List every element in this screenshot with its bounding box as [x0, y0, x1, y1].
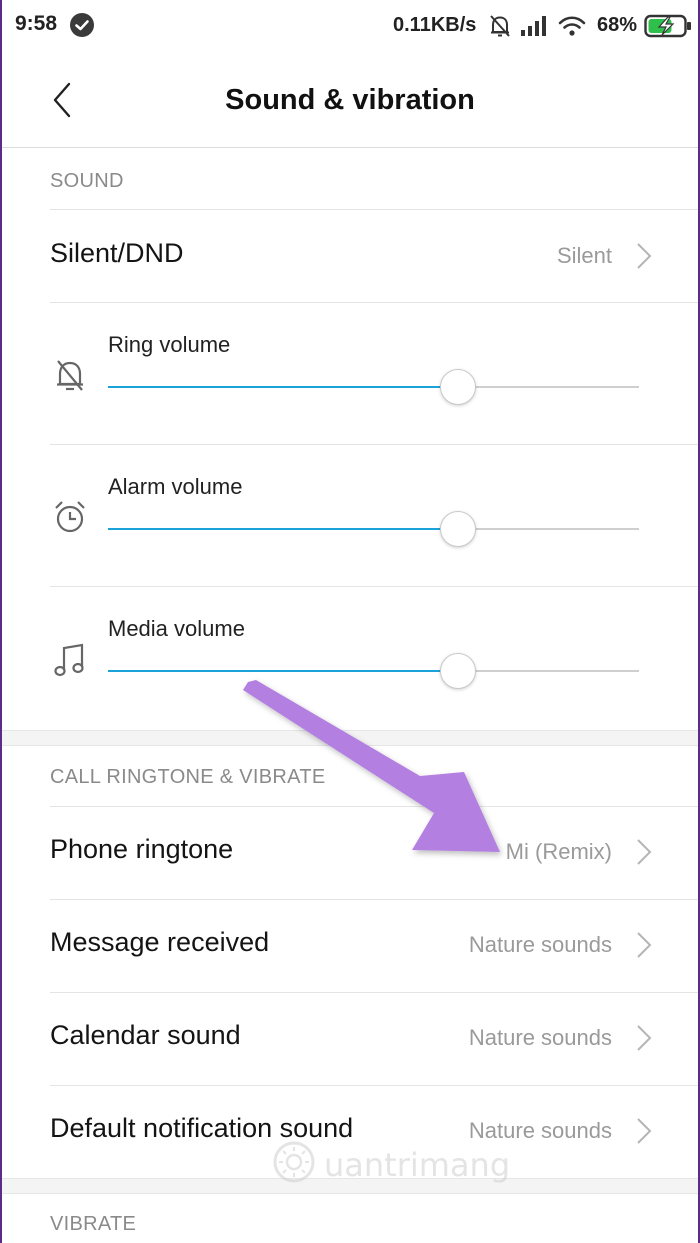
check-circle-icon [70, 13, 94, 37]
alarm-volume-label: Alarm volume [108, 474, 243, 499]
battery-percentage: 68% [597, 14, 638, 36]
app-header: Sound & vibration [2, 52, 698, 148]
message-received-label: Message received [50, 927, 270, 957]
status-time: 9:58 [15, 12, 58, 35]
watermark-text: uantrimang [324, 1146, 511, 1184]
watermark-icon [273, 1141, 315, 1183]
ring-volume-fill [108, 386, 459, 388]
chevron-right-icon [637, 932, 652, 958]
message-received-value: Nature sounds [468, 932, 612, 957]
chevron-right-icon [637, 243, 652, 269]
ring-volume-label: Ring volume [108, 332, 231, 357]
silent-dnd-row[interactable]: Silent/DND Silent [2, 210, 698, 302]
phone-ringtone-label: Phone ringtone [50, 834, 234, 864]
message-received-row[interactable]: Message received Nature sounds [2, 899, 698, 991]
ring-volume-row: Ring volume [2, 302, 698, 444]
phone-ringtone-value: Mi (Remix) [505, 839, 612, 864]
network-speed: 0.11KB/s [393, 14, 477, 36]
alarm-clock-icon [55, 501, 85, 533]
media-volume-thumb[interactable] [440, 653, 477, 689]
calendar-sound-value: Nature sounds [468, 1025, 612, 1050]
mute-bell-icon [490, 15, 510, 37]
bell-off-icon [57, 360, 83, 391]
wifi-icon [558, 16, 586, 36]
section-gap [2, 730, 698, 746]
media-volume-label: Media volume [108, 616, 245, 641]
music-note-icon [54, 643, 84, 677]
battery-charging-icon [644, 14, 691, 38]
media-volume-fill [108, 670, 459, 672]
alarm-volume-thumb[interactable] [440, 511, 477, 547]
page-title: Sound & vibration [225, 84, 475, 116]
ring-volume-thumb[interactable] [440, 369, 477, 405]
status-bar: 9:58 0.11KB/s 68% [2, 0, 698, 52]
alarm-volume-fill [108, 528, 459, 530]
section-header-sound: SOUND [50, 170, 124, 192]
watermark-logo: uantrimang [270, 1138, 510, 1192]
phone-ringtone-row[interactable]: Phone ringtone Mi (Remix) [2, 806, 698, 898]
section-header-call-ringtone: CALL RINGTONE & VIBRATE [50, 766, 326, 788]
chevron-right-icon [637, 1025, 652, 1051]
media-volume-row: Media volume [2, 586, 698, 728]
signal-icon [521, 16, 546, 36]
section-header-vibrate: VIBRATE [50, 1213, 137, 1235]
chevron-right-icon [637, 1118, 652, 1144]
chevron-right-icon [637, 839, 652, 865]
silent-dnd-value: Silent [556, 243, 612, 268]
silent-dnd-label: Silent/DND [50, 238, 184, 268]
alarm-volume-slider[interactable] [108, 511, 639, 547]
media-volume-slider[interactable] [108, 653, 639, 689]
ring-volume-slider[interactable] [108, 369, 639, 405]
phone-screen: 9:58 0.11KB/s 68% Sound & vibration SOUN… [0, 0, 700, 1243]
alarm-volume-row: Alarm volume [2, 444, 698, 586]
calendar-sound-row[interactable]: Calendar sound Nature sounds [2, 992, 698, 1084]
calendar-sound-label: Calendar sound [50, 1020, 241, 1050]
